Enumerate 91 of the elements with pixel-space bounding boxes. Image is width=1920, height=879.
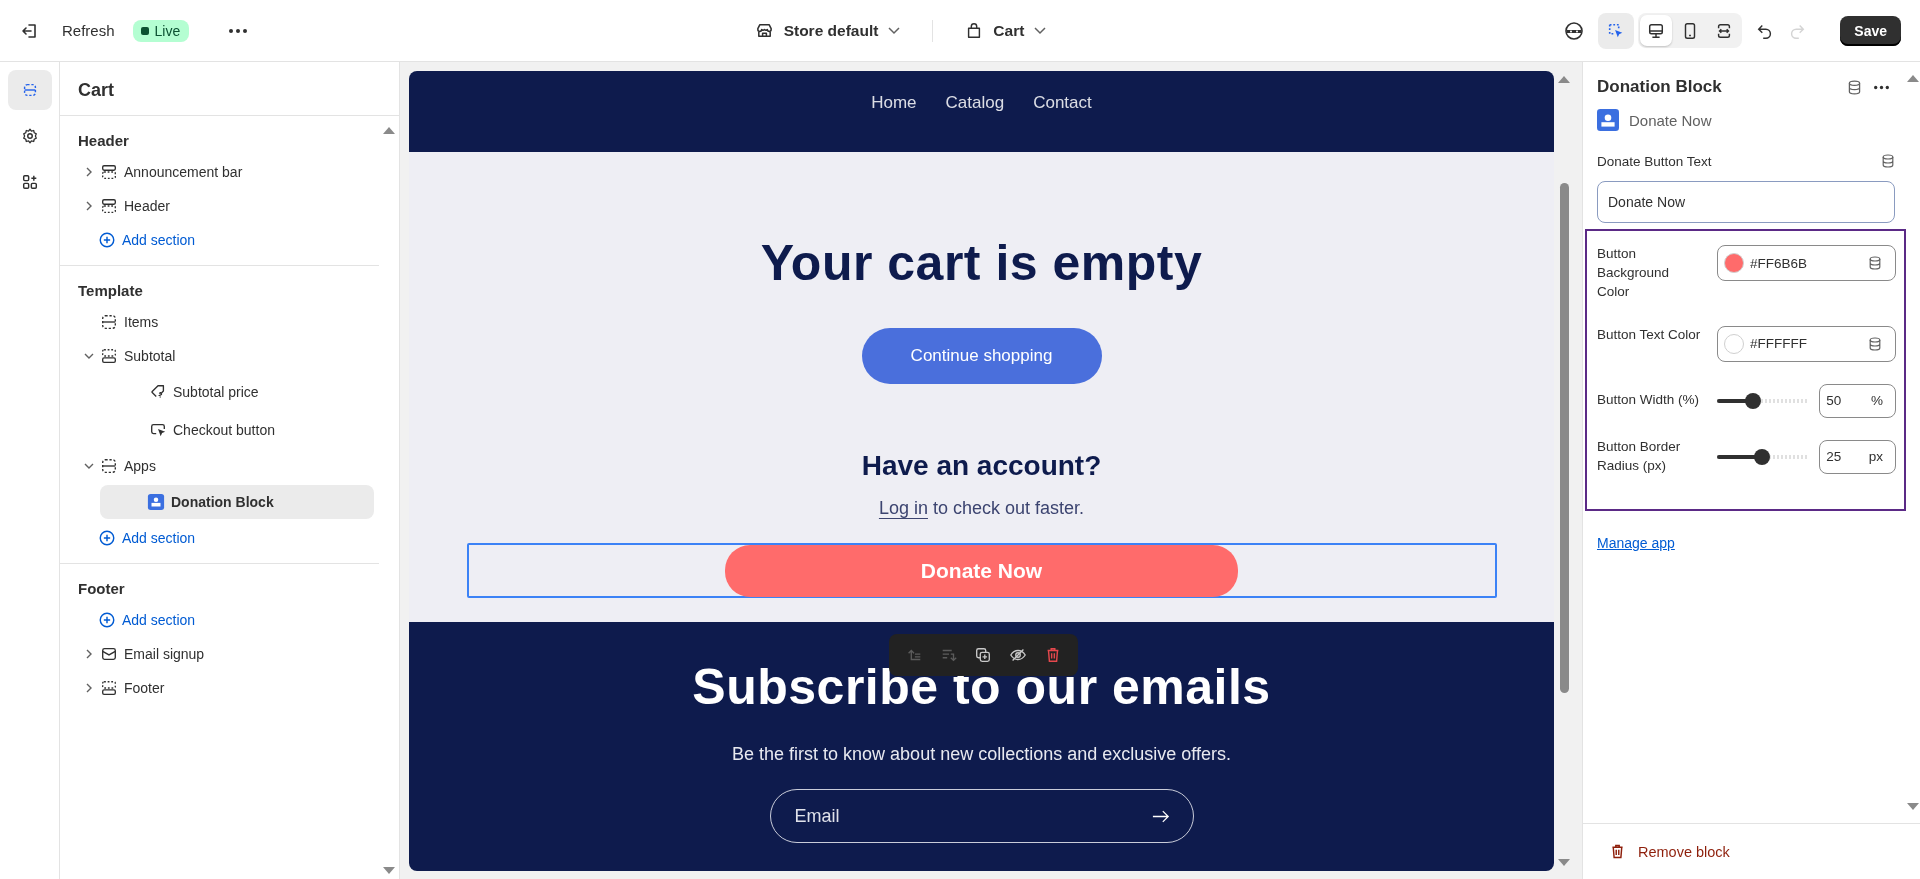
slider-thumb[interactable]	[1754, 448, 1771, 465]
subscribe-text: Be the first to know about new collections and exclusive offers.	[732, 744, 1231, 765]
number-field[interactable]: 25 px	[1819, 439, 1896, 474]
scroll-up-icon[interactable]	[1907, 74, 1919, 82]
nav-link[interactable]: Contact	[1033, 93, 1092, 113]
add-section-link[interactable]: Add section	[78, 603, 352, 637]
live-badge: Live	[132, 19, 190, 42]
app-name: Donate Now	[1629, 111, 1712, 129]
scroll-down-icon[interactable]	[1907, 803, 1919, 811]
header-layout-icon	[100, 197, 118, 215]
manage-app-link[interactable]: Manage app	[1597, 535, 1675, 552]
group-heading: Footer	[78, 580, 126, 597]
group-heading: Template	[78, 282, 144, 299]
color-field[interactable]: #FF6B6B	[1717, 245, 1896, 281]
section-tree-item[interactable]: Donation Block	[100, 485, 374, 519]
envelope-icon	[100, 645, 118, 663]
database-icon[interactable]	[1867, 255, 1883, 271]
store-icon	[754, 21, 774, 40]
database-icon[interactable]	[1880, 153, 1896, 169]
refresh-link[interactable]: Refresh	[62, 22, 115, 39]
section-tree-item[interactable]: Header	[78, 189, 352, 223]
section-layout-icon	[100, 313, 118, 331]
block-title: Donation Block	[1597, 77, 1723, 97]
duplicate-icon[interactable]	[974, 646, 993, 664]
cursor-button-icon	[149, 421, 167, 439]
section-layout-icon	[100, 457, 118, 475]
add-section-link[interactable]: Add section	[78, 521, 352, 555]
nav-link[interactable]: Home	[871, 93, 917, 113]
continue-shopping-button[interactable]: Continue shopping	[861, 328, 1102, 384]
number-field[interactable]: 50 %	[1819, 383, 1896, 418]
section-tree-item[interactable]: Items	[78, 305, 352, 339]
cart-heading: Your cart is empty	[760, 234, 1203, 292]
group-heading: Header	[78, 132, 130, 149]
footer-layout-icon	[100, 347, 118, 365]
desktop-view-button[interactable]	[1640, 15, 1673, 46]
section-tree-item[interactable]: Apps	[78, 449, 352, 483]
apps-icon	[20, 173, 39, 191]
more-icon[interactable]	[1873, 84, 1890, 90]
color-swatch[interactable]	[1724, 333, 1744, 354]
login-link[interactable]: Log in	[878, 498, 928, 518]
section-tree-item[interactable]: Subtotal price	[78, 373, 352, 411]
page-dropdown[interactable]: Cart	[965, 21, 1047, 40]
setting-label: Button Background Color	[1597, 245, 1671, 301]
plus-circle-icon	[98, 611, 116, 629]
plus-circle-icon	[98, 529, 116, 547]
account-heading: Have an account?	[861, 450, 1102, 482]
setting-label: Button Width (%)	[1597, 391, 1701, 410]
header-layout-icon	[100, 163, 118, 181]
slider-thumb[interactable]	[1745, 392, 1762, 409]
plus-circle-icon	[98, 231, 116, 249]
setting-label: Button Text Color	[1597, 325, 1702, 344]
color-swatch[interactable]	[1724, 253, 1744, 273]
chevron-down-icon[interactable]	[83, 461, 94, 471]
app-icon	[147, 493, 165, 511]
app-icon	[1597, 109, 1619, 131]
database-icon[interactable]	[1846, 78, 1863, 96]
nav-link[interactable]: Catalog	[945, 93, 1005, 113]
arrow-right-icon[interactable]	[1151, 810, 1170, 823]
section-tree-item[interactable]: Checkout button	[78, 411, 352, 449]
chevron-down-icon[interactable]	[83, 351, 94, 361]
login-text: to check out faster.	[933, 498, 1085, 518]
scroll-down-icon[interactable]	[1558, 859, 1570, 867]
sidebar-title: Cart	[60, 62, 399, 116]
subscribe-heading: Subscribe to our emails	[692, 658, 1271, 716]
save-button[interactable]: Save	[1840, 15, 1901, 46]
scrollbar-thumb[interactable]	[1559, 183, 1569, 693]
trash-icon	[1609, 843, 1626, 860]
setting-label: Donate Button Text	[1597, 153, 1712, 169]
section-tree-item[interactable]: Announcement bar	[78, 155, 352, 189]
setting-label: Button Border Radius (px)	[1597, 437, 1682, 475]
inspector-button[interactable]	[1598, 12, 1635, 49]
scroll-down-icon[interactable]	[383, 867, 395, 875]
database-icon[interactable]	[1867, 335, 1883, 352]
text-input-field[interactable]: Donate Now	[1597, 181, 1895, 223]
settings-icon	[20, 127, 39, 145]
remove-block-button[interactable]: Remove block	[1609, 843, 1730, 860]
section-tree-item[interactable]: Footer	[78, 671, 352, 705]
add-section-link[interactable]: Add section	[78, 223, 352, 257]
theme-dropdown[interactable]: Store default	[754, 21, 901, 40]
sections-rail-button[interactable]	[7, 70, 52, 110]
desktop-icon	[1647, 21, 1666, 40]
section-tree-item[interactable]: Email signup	[78, 637, 352, 671]
section-tree-item[interactable]: Subtotal	[78, 339, 352, 373]
chevron-down-icon	[888, 26, 901, 35]
color-field[interactable]: #FFFFFF	[1717, 325, 1896, 362]
scroll-up-icon[interactable]	[1558, 75, 1570, 83]
scroll-up-icon[interactable]	[383, 126, 395, 134]
chevron-down-icon	[1034, 26, 1047, 35]
more-icon[interactable]	[228, 27, 249, 34]
email-field[interactable]: Email	[769, 789, 1194, 843]
footer-layout-icon	[100, 679, 118, 697]
